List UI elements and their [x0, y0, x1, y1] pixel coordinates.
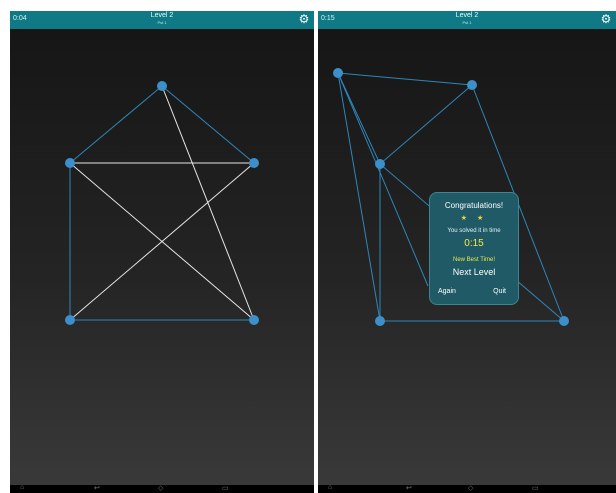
dialog-title: Congratulations! [444, 201, 504, 210]
node[interactable] [65, 158, 75, 168]
game-screen-right: 0:15 Level 2 Pst 1 ⚙ Congratulations! ★ … [318, 11, 616, 493]
node[interactable] [559, 316, 569, 326]
star-rating: ★ ★ [460, 215, 488, 222]
home-icon[interactable]: ⌂ [328, 484, 332, 491]
solve-time: 0:15 [464, 238, 484, 249]
recents-icon[interactable]: ▭ [532, 484, 539, 492]
node[interactable] [375, 159, 385, 169]
node[interactable] [467, 80, 477, 90]
back-icon[interactable]: ↩ [406, 484, 412, 492]
node[interactable] [249, 315, 259, 325]
crossing-edge [161, 85, 255, 321]
edge [337, 72, 429, 287]
next-level-button[interactable]: Next Level [440, 267, 508, 277]
system-nav-bar: ⌂ ↩ ◇ ▭ [318, 484, 616, 493]
node[interactable] [375, 316, 385, 326]
quit-button[interactable]: Quit [493, 288, 506, 295]
again-button[interactable]: Again [438, 288, 456, 295]
edge [379, 84, 473, 165]
node[interactable] [333, 68, 343, 78]
home-outline-icon[interactable]: ◇ [468, 484, 473, 492]
game-screen-left: 0:04 Level 2 Pst 1 ⚙ ⌂ ↩ ◇ ▭ [10, 11, 314, 493]
solved-text: You solved it in time [447, 228, 501, 234]
home-outline-icon[interactable]: ◇ [158, 484, 163, 492]
system-nav-bar: ⌂ ↩ ◇ ▭ [10, 484, 314, 493]
recents-icon[interactable]: ▭ [222, 484, 229, 492]
node[interactable] [65, 315, 75, 325]
edge [337, 72, 473, 86]
edge [337, 72, 381, 322]
edge [161, 85, 255, 164]
home-icon[interactable]: ⌂ [20, 484, 24, 491]
edge [69, 85, 163, 164]
back-icon[interactable]: ↩ [94, 484, 100, 492]
best-time-text: New Best Time! [452, 257, 495, 263]
node[interactable] [249, 158, 259, 168]
completion-dialog: Congratulations! ★ ★ You solved it in ti… [429, 192, 519, 305]
puzzle-board [65, 81, 259, 325]
node[interactable] [157, 81, 167, 91]
